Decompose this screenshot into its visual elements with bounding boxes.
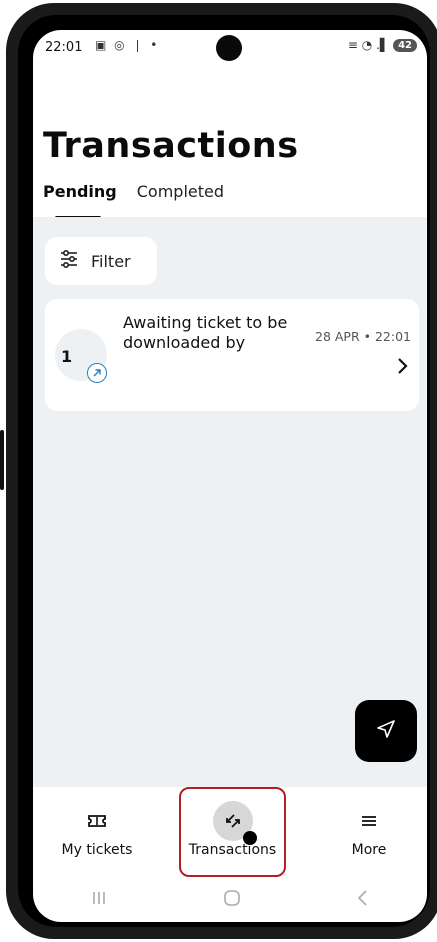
transaction-description: Awaiting ticket to be downloaded by xyxy=(123,313,288,352)
system-nav-bar xyxy=(33,877,427,922)
sliders-icon xyxy=(59,249,79,273)
send-button[interactable] xyxy=(355,700,417,762)
nav-active-indicator xyxy=(212,801,257,845)
page-title: Transactions xyxy=(43,126,299,166)
nav-more[interactable]: More xyxy=(319,787,419,877)
menu-icon xyxy=(360,806,378,836)
home-icon[interactable] xyxy=(222,888,242,912)
status-time: 22:01 xyxy=(45,40,83,55)
recent-apps-icon[interactable] xyxy=(90,890,108,910)
nav-label-transactions: Transactions xyxy=(188,842,277,858)
filter-label: Filter xyxy=(91,251,131,271)
notification-dot xyxy=(242,831,257,845)
transaction-card[interactable]: 1 Awaiting ticket to be downloaded by 28… xyxy=(45,299,419,411)
status-notification-icons: ▣ ◎ ❘ • xyxy=(95,38,160,52)
status-bar: 22:01 ▣ ◎ ❘ • ≡ ◔ .▌ 42 xyxy=(33,30,427,70)
chevron-right-icon xyxy=(395,357,409,379)
phone-screen: 22:01 ▣ ◎ ❘ • ≡ ◔ .▌ 42 Transactions Pen… xyxy=(33,30,427,922)
tab-bar: Pending Completed xyxy=(43,182,224,219)
send-icon xyxy=(375,718,397,744)
transfer-icon xyxy=(212,801,257,845)
nav-label-more: More xyxy=(351,842,387,858)
bottom-nav: My tickets Transactions More xyxy=(33,787,427,877)
transaction-date: 28 APR • 22:01 xyxy=(315,329,411,344)
nav-transactions[interactable]: Transactions xyxy=(179,787,286,877)
transfer-out-icon xyxy=(87,363,107,383)
tab-pending[interactable]: Pending xyxy=(43,182,117,219)
side-button xyxy=(0,430,4,490)
front-camera xyxy=(216,35,242,61)
ticket-icon xyxy=(87,806,107,836)
back-icon[interactable] xyxy=(356,889,370,911)
battery-indicator: 42 xyxy=(393,38,417,52)
status-right: ≡ ◔ .▌ 42 xyxy=(348,38,417,52)
filter-button[interactable]: Filter xyxy=(45,237,157,285)
nav-my-tickets[interactable]: My tickets xyxy=(41,787,153,877)
ticket-count: 1 xyxy=(61,347,73,366)
signal-icon: ≡ ◔ .▌ xyxy=(347,38,390,52)
nav-label-my-tickets: My tickets xyxy=(61,842,133,858)
tab-completed[interactable]: Completed xyxy=(137,182,224,211)
